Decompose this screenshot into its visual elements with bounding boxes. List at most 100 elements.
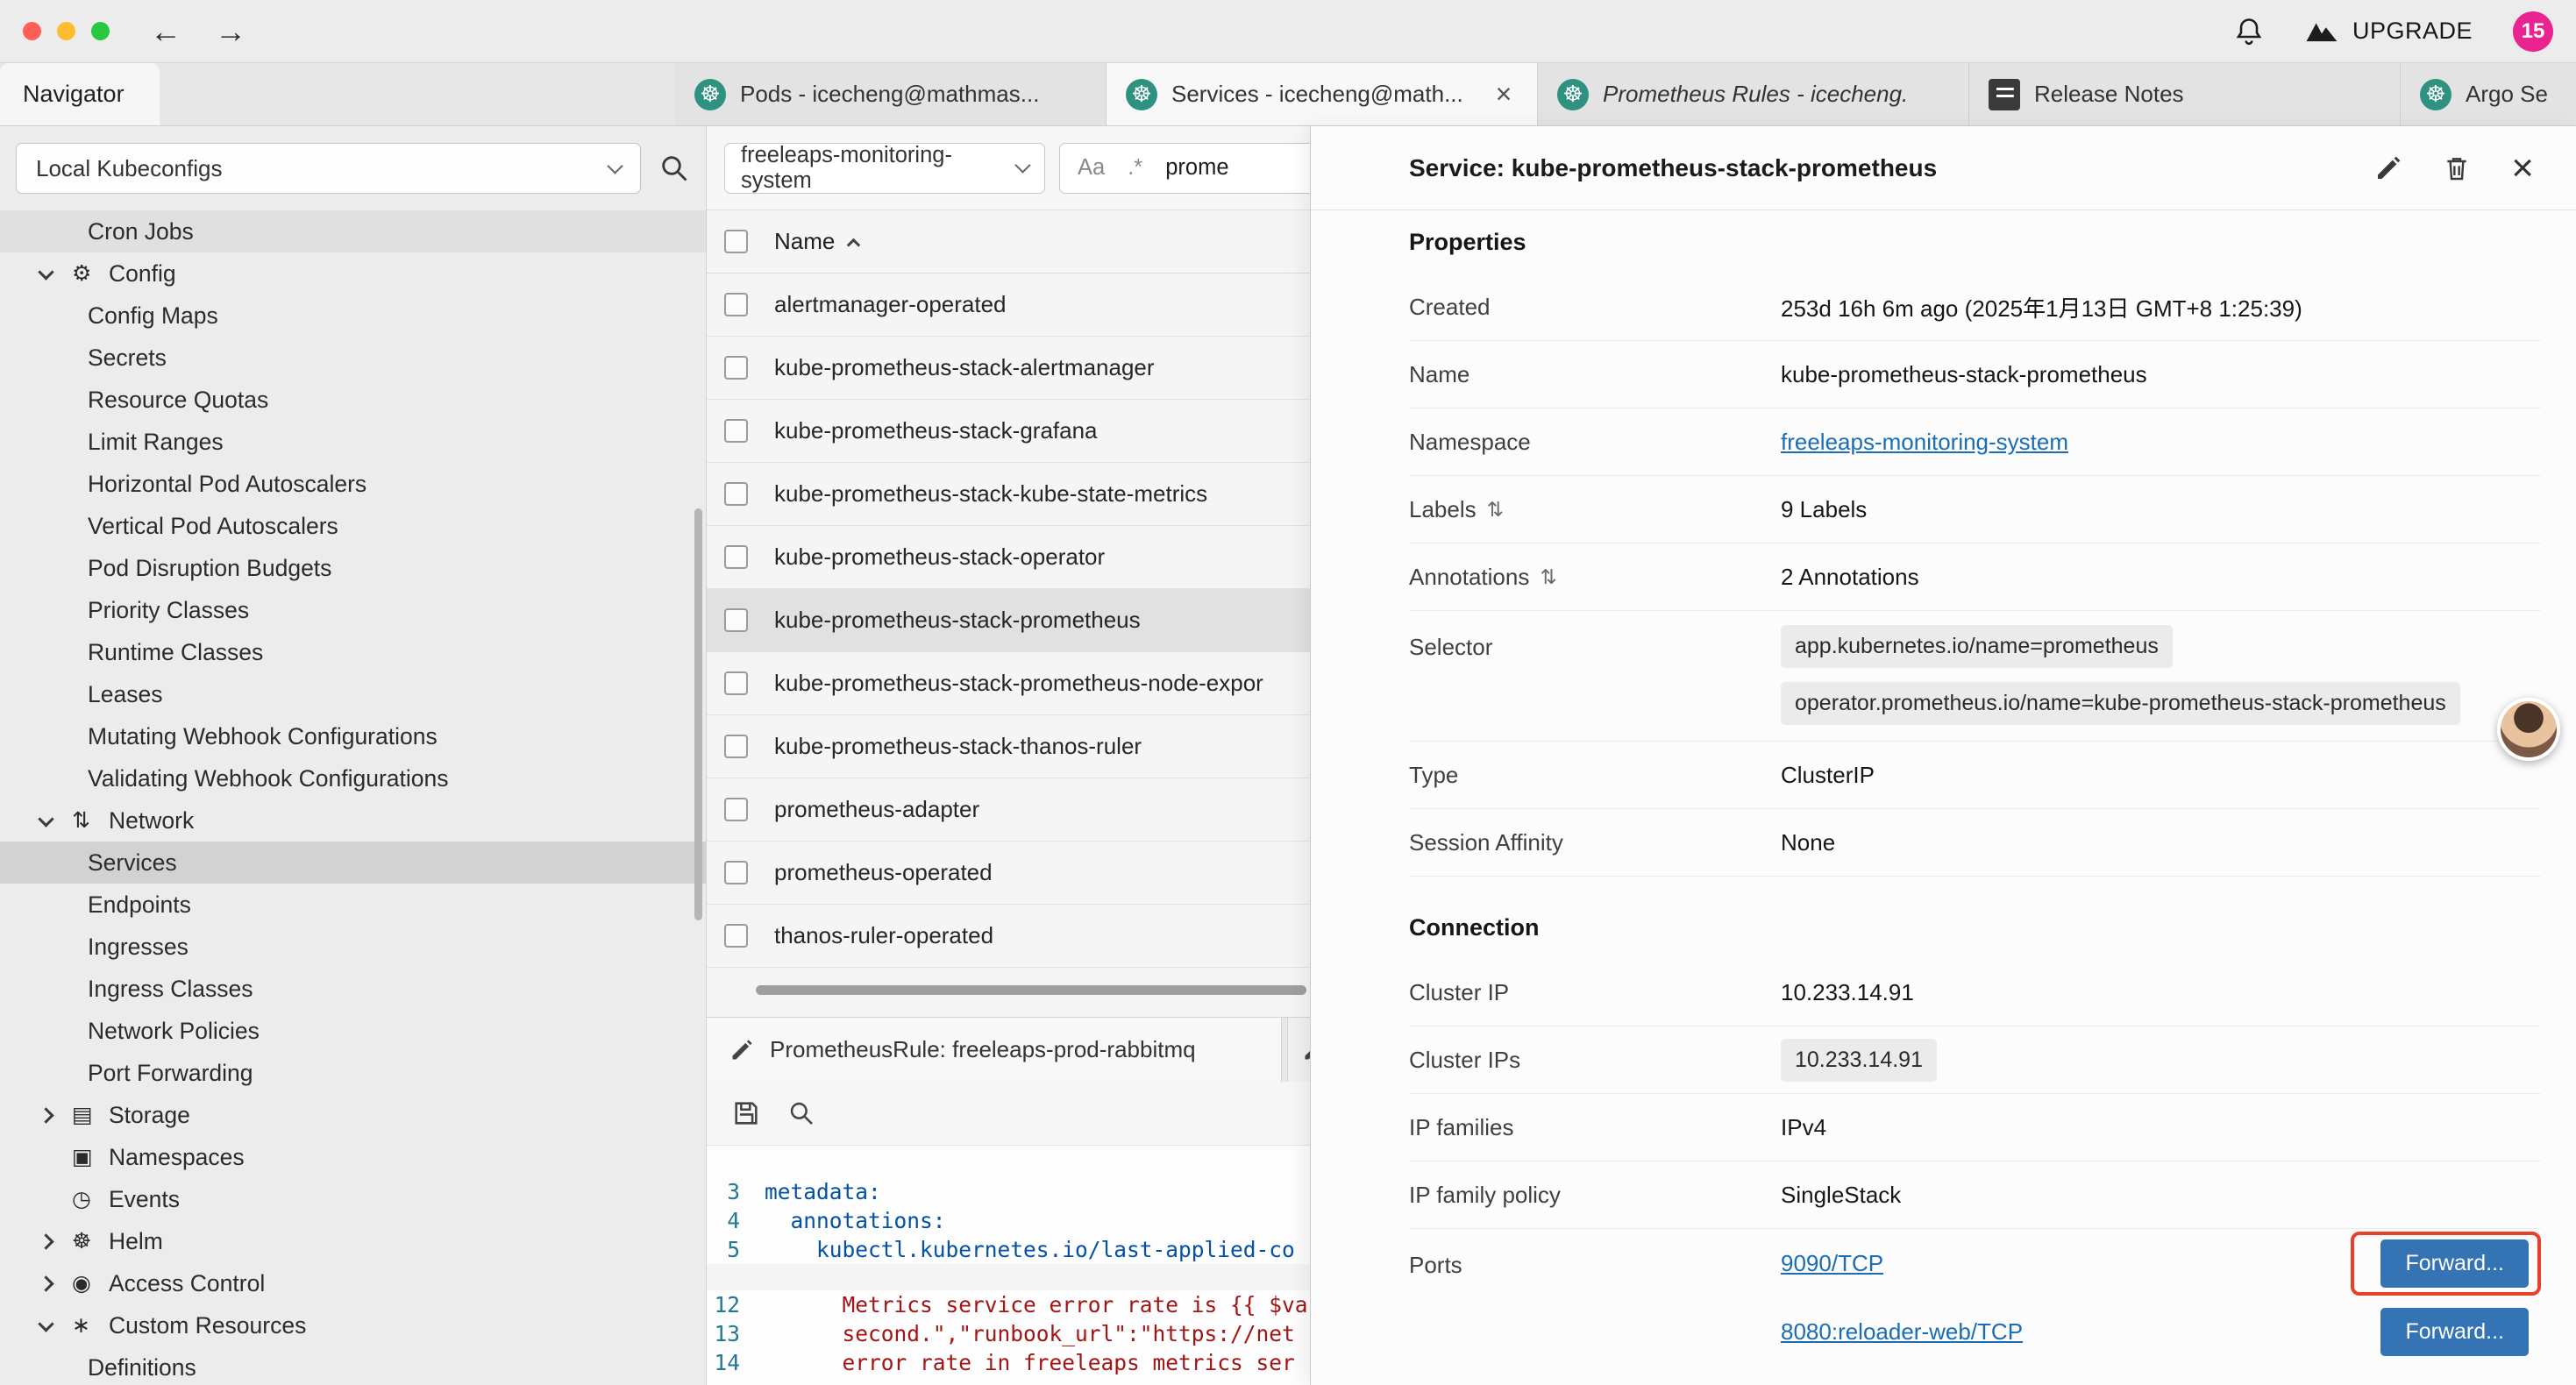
ip-families-value: IPv4 — [1781, 1114, 2541, 1141]
zoom-window-button[interactable] — [91, 22, 110, 40]
expand-collapse-icon[interactable]: ⇅ — [1540, 565, 1556, 589]
minimize-window-button[interactable] — [57, 22, 75, 40]
sidebar-tree-item[interactable]: Pod Disruption Budgets — [0, 547, 706, 589]
code-text: Metrics service error rate is {{ $va — [765, 1290, 1308, 1319]
navigator-tab[interactable]: Navigator — [0, 63, 160, 125]
port-link[interactable]: 9090/TCP — [1781, 1250, 1883, 1277]
kubeconfig-selector[interactable]: Local Kubeconfigs — [16, 143, 641, 194]
row-checkbox[interactable] — [724, 861, 748, 884]
sidebar-tree-item[interactable]: ▤ Storage — [0, 1094, 706, 1136]
sidebar-tree-item[interactable]: Ingress Classes — [0, 968, 706, 1010]
tab-kubernetes-icon — [2420, 79, 2451, 110]
regex-toggle[interactable]: .* — [1128, 155, 1142, 181]
sidebar-tree-item[interactable]: ▣ Namespaces — [0, 1136, 706, 1178]
save-icon[interactable] — [731, 1098, 761, 1128]
labels-label: Labels — [1409, 496, 1477, 523]
edit-icon[interactable] — [2374, 154, 2402, 182]
name-column-header[interactable]: Name — [774, 228, 835, 255]
trash-icon[interactable] — [2443, 154, 2471, 182]
sidebar-tree-item[interactable]: Services — [0, 842, 706, 884]
sidebar-scrollbar[interactable] — [694, 508, 702, 920]
tree-item-label: Definitions — [88, 1354, 196, 1381]
sidebar-tree-item[interactable]: Cron Jobs — [0, 210, 706, 252]
sidebar-tree-item[interactable]: ∗ Custom Resources — [0, 1304, 706, 1346]
created-value: 253d 16h 6m ago (2025年1月13日 GMT+8 1:25:3… — [1781, 291, 2541, 323]
account-count-badge[interactable]: 15 — [2513, 11, 2553, 52]
connection-heading: Connection — [1409, 896, 2541, 959]
tab[interactable]: Argo Se — [2401, 63, 2576, 125]
sidebar-tree-item[interactable]: Network Policies — [0, 1010, 706, 1052]
select-all-checkbox[interactable] — [724, 230, 748, 253]
type-value: ClusterIP — [1781, 762, 2541, 789]
properties-heading: Properties — [1409, 210, 2541, 273]
tab-close-icon[interactable]: × — [1490, 78, 1518, 110]
upgrade-button[interactable]: UPGRADE — [2305, 18, 2473, 45]
forward-button[interactable]: → — [211, 13, 250, 50]
sidebar-search-icon[interactable] — [658, 153, 690, 184]
sidebar-tree-item[interactable]: Mutating Webhook Configurations — [0, 715, 706, 757]
horizontal-scrollbar[interactable] — [756, 985, 1306, 995]
sidebar-tree-item[interactable]: Endpoints — [0, 884, 706, 926]
sidebar-tree-item[interactable]: Limit Ranges — [0, 421, 706, 463]
line-number: 3 — [707, 1177, 765, 1206]
row-checkbox[interactable] — [724, 482, 748, 506]
sidebar-tree-item[interactable]: Horizontal Pod Autoscalers — [0, 463, 706, 505]
row-checkbox[interactable] — [724, 293, 748, 316]
namespace-row: Namespace freeleaps-monitoring-system — [1409, 408, 2541, 476]
sidebar-tree-item[interactable]: ◷ Events — [0, 1178, 706, 1220]
ip-family-policy-value: SingleStack — [1781, 1182, 2541, 1209]
back-button[interactable]: ← — [146, 13, 185, 50]
tree-item-label: Namespaces — [109, 1144, 245, 1171]
sidebar-tree-item[interactable]: ☸ Helm — [0, 1220, 706, 1262]
sidebar-tree-item[interactable]: ◉ Access Control — [0, 1262, 706, 1304]
editor-search-icon[interactable] — [787, 1099, 815, 1127]
row-checkbox[interactable] — [724, 545, 748, 569]
editor-tab[interactable]: PrometheusRule: freeleaps-prod-rabbitmq — [707, 1018, 1282, 1082]
sidebar-tree-item[interactable]: ⇅ Network — [0, 799, 706, 842]
row-checkbox[interactable] — [724, 671, 748, 695]
tab-kubernetes-icon — [1989, 79, 2020, 110]
match-case-toggle[interactable]: Aa — [1078, 155, 1105, 181]
row-checkbox[interactable] — [724, 419, 748, 443]
sidebar-tree-item[interactable]: Resource Quotas — [0, 379, 706, 421]
sidebar-tree-item[interactable]: Config Maps — [0, 295, 706, 337]
sidebar-tree-item[interactable]: ⚙ Config — [0, 252, 706, 295]
row-checkbox[interactable] — [724, 798, 748, 821]
sidebar-tree-item[interactable]: Definitions — [0, 1346, 706, 1385]
sidebar-tree-item[interactable]: Secrets — [0, 337, 706, 379]
line-number: 14 — [707, 1348, 765, 1377]
tab[interactable]: Release Notes — [1969, 63, 2401, 125]
namespace-link[interactable]: freeleaps-monitoring-system — [1781, 429, 2068, 455]
tree-item-label: Services — [88, 849, 177, 877]
notifications-bell-icon[interactable] — [2233, 16, 2265, 47]
close-window-button[interactable] — [23, 22, 41, 40]
close-icon[interactable]: × — [2511, 149, 2534, 188]
upgrade-label: UPGRADE — [2352, 18, 2473, 45]
row-checkbox[interactable] — [724, 608, 748, 632]
sidebar-tree-item[interactable]: Ingresses — [0, 926, 706, 968]
floating-avatar[interactable] — [2497, 698, 2560, 761]
namespace-filter-dropdown[interactable]: freeleaps-monitoring-system — [724, 143, 1045, 194]
row-checkbox[interactable] — [724, 735, 748, 758]
row-checkbox[interactable] — [724, 356, 748, 380]
sidebar-tree-item[interactable]: Validating Webhook Configurations — [0, 757, 706, 799]
row-checkbox[interactable] — [724, 924, 748, 948]
sidebar-tree-item[interactable]: Runtime Classes — [0, 631, 706, 673]
forward-button[interactable]: Forward... — [2380, 1239, 2529, 1288]
sidebar-tree-item[interactable]: Port Forwarding — [0, 1052, 706, 1094]
expand-collapse-icon[interactable]: ⇅ — [1487, 498, 1504, 522]
forward-button[interactable]: Forward... — [2380, 1308, 2529, 1356]
sidebar-tree-item[interactable]: Leases — [0, 673, 706, 715]
tab[interactable]: Prometheus Rules - icecheng... — [1538, 63, 1969, 125]
tree-item-label: Config — [109, 260, 176, 288]
port-link[interactable]: 8080:reloader-web/TCP — [1781, 1318, 2023, 1346]
cluster-ips-label: Cluster IPs — [1409, 1047, 1781, 1074]
tab[interactable]: Services - icecheng@math... × — [1107, 63, 1538, 125]
sidebar-tree-item[interactable]: Priority Classes — [0, 589, 706, 631]
tab[interactable]: Pods - icecheng@mathmas... — [675, 63, 1107, 125]
search-input[interactable]: prome — [1165, 155, 1228, 181]
sidebar-tree-item[interactable]: Vertical Pod Autoscalers — [0, 505, 706, 547]
tree-item-icon: ▤ — [72, 1102, 109, 1128]
tab-kubernetes-icon — [1557, 79, 1589, 110]
tab-label: Services - icecheng@math... — [1171, 81, 1476, 108]
